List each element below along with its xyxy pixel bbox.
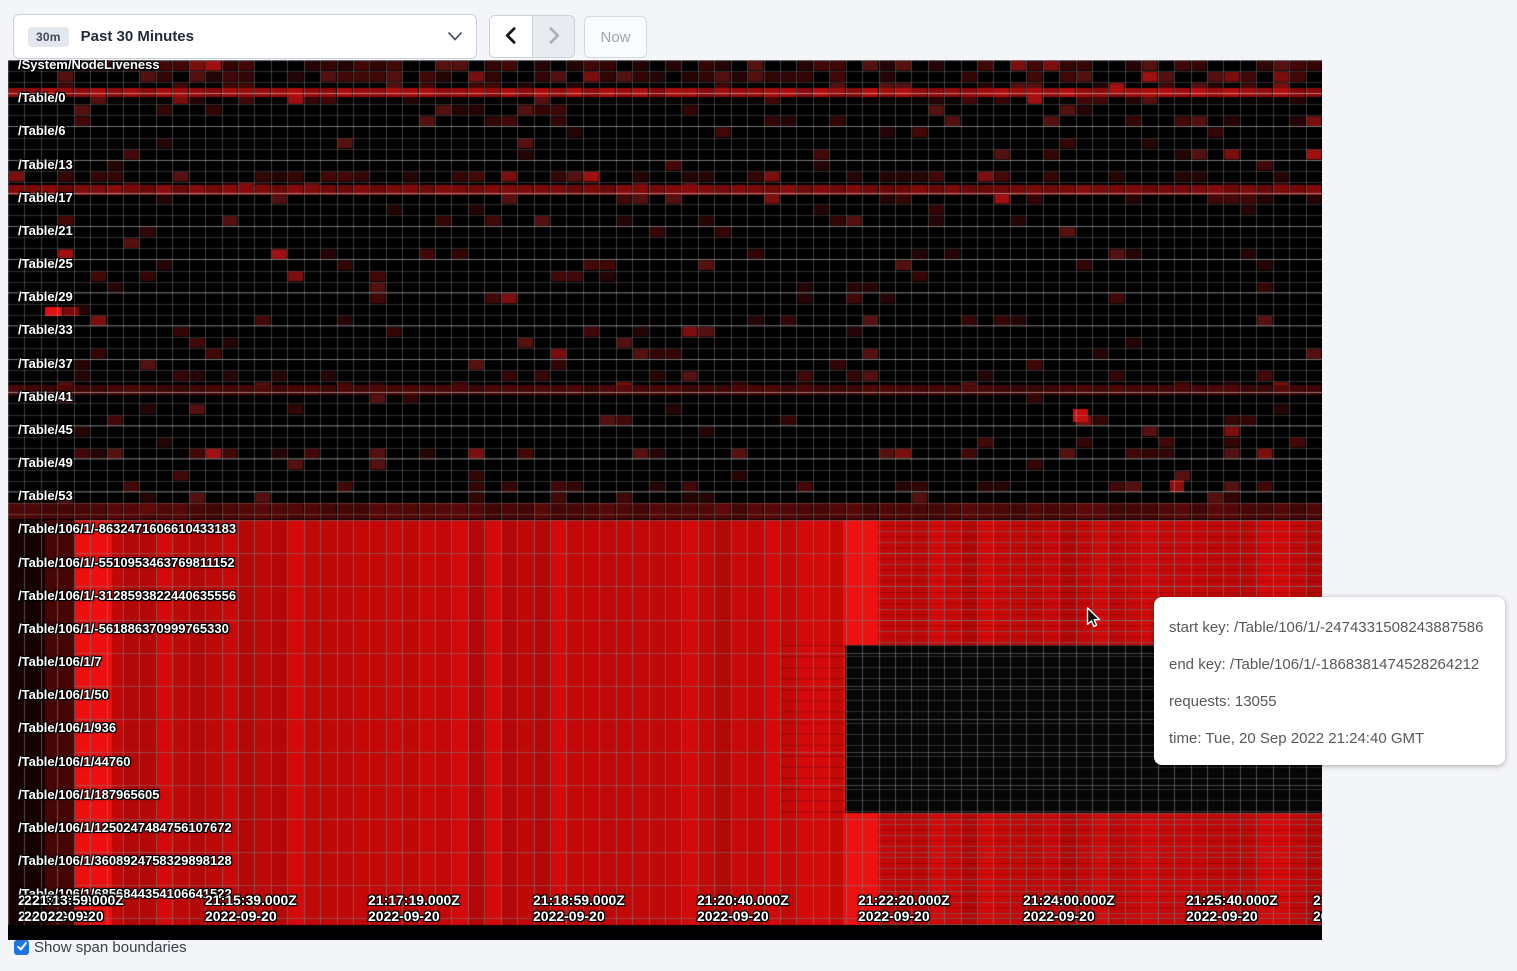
row-label: /Table/106/1/187965605: [18, 788, 159, 802]
time-tick: 21:18:59.000Z2022-09-20: [533, 892, 625, 924]
show-span-boundaries-label: Show span boundaries: [34, 939, 187, 956]
time-tick: 21:25:40.000Z2022-09-20: [1186, 892, 1278, 924]
hover-tooltip: start key: /Table/106/1/-247433150824388…: [1154, 597, 1505, 765]
time-tick: 21:20:40.000Z2022-09-20: [697, 892, 789, 924]
time-range-badge: 30m: [28, 27, 69, 47]
row-label: /Table/53: [18, 489, 73, 503]
toolbar: 30m Past 30 Minutes Now: [0, 0, 1517, 60]
row-label: /Table/106/1/-8632471606610433183: [18, 522, 236, 536]
row-label: /System/NodeLiveness: [18, 60, 160, 72]
show-span-boundaries: Show span boundaries: [14, 939, 187, 956]
row-label: /Table/6: [18, 124, 65, 138]
keyvis-heatmap-canvas[interactable]: [8, 60, 1322, 940]
chevron-right-icon: [545, 26, 562, 48]
time-tick: 21:27:20.000Z2022-09-20: [1313, 892, 1322, 924]
row-label: /Table/41: [18, 390, 73, 404]
show-span-boundaries-checkbox[interactable]: [14, 940, 29, 955]
chevron-down-icon: [448, 32, 462, 41]
row-label: /Table/106/1/-561886370999765330: [18, 622, 229, 636]
row-label: /Table/21: [18, 224, 73, 238]
prev-time-button[interactable]: [490, 16, 532, 57]
row-label: /Table/17: [18, 191, 73, 205]
row-label: /Table/29: [18, 290, 73, 304]
tooltip-requests: requests: 13055: [1169, 683, 1495, 720]
time-tick: 21:22:20.000Z2022-09-20: [858, 892, 950, 924]
time-tick: 21:13:59.000Z2022-09-20: [32, 892, 124, 924]
row-label: /Table/106/1/50: [18, 688, 109, 702]
row-label: /Table/33: [18, 323, 73, 337]
row-label: /Table/106/1/-3128593822440635556: [18, 589, 236, 603]
row-label: /Table/37: [18, 357, 73, 371]
row-label: /Table/0: [18, 91, 65, 105]
row-label: /Table/106/1/44760: [18, 755, 131, 769]
time-tick: 21:15:39.000Z2022-09-20: [205, 892, 297, 924]
row-label: /Table/25: [18, 257, 73, 271]
tooltip-start-key: start key: /Table/106/1/-247433150824388…: [1169, 609, 1495, 646]
row-label: /Table/49: [18, 456, 73, 470]
row-label: /Table/106/1/-5510953463769811152: [18, 556, 235, 570]
row-label: /Table/106/1/936: [18, 721, 116, 735]
time-nav-group: [489, 15, 575, 58]
tooltip-end-key: end key: /Table/106/1/-18683814745282642…: [1169, 646, 1495, 683]
time-tick: 21:24:00.000Z2022-09-20: [1023, 892, 1115, 924]
keyvisualizer-page: 30m Past 30 Minutes Now /System/NodeLive…: [0, 0, 1517, 971]
row-label: /Table/106/1/1250247484756107672: [18, 821, 232, 835]
now-button[interactable]: Now: [584, 16, 647, 58]
cursor-icon: [1082, 606, 1104, 634]
heatmap-panel: /System/NodeLiveness/Table/0/Table/6/Tab…: [8, 60, 1322, 940]
next-time-button[interactable]: [532, 16, 574, 57]
row-label: /Table/106/1/3608924758329898128: [18, 854, 232, 868]
checkmark-icon: [16, 939, 28, 957]
chevron-left-icon: [503, 26, 520, 48]
row-label: /Table/106/1/7: [18, 655, 102, 669]
time-range-dropdown[interactable]: 30m Past 30 Minutes: [13, 14, 477, 59]
time-range-label: Past 30 Minutes: [81, 28, 448, 45]
time-tick: 21:17:19.000Z2022-09-20: [368, 892, 460, 924]
row-label: /Table/13: [18, 158, 73, 172]
tooltip-time: time: Tue, 20 Sep 2022 21:24:40 GMT: [1169, 720, 1495, 757]
row-label: /Table/45: [18, 423, 73, 437]
